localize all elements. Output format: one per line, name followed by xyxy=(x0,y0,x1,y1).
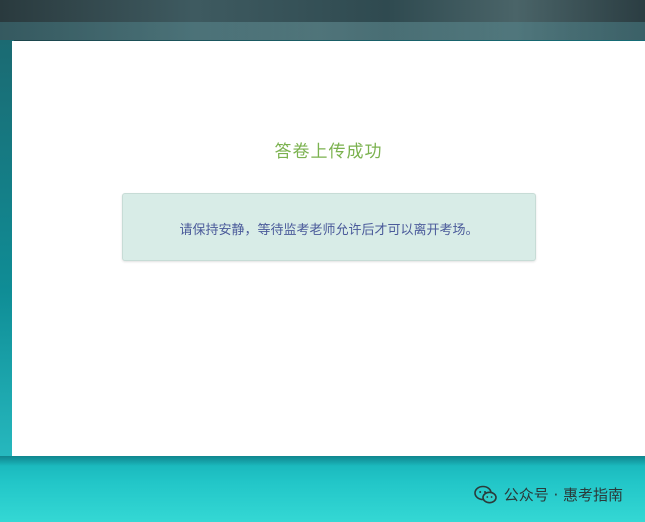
notice-text: 请保持安静，等待监考老师允许后才可以离开考场。 xyxy=(179,223,479,238)
content-panel: 答卷上传成功 请保持安静，等待监考老师允许后才可以离开考场。 xyxy=(12,41,645,456)
page-title: 答卷上传成功 xyxy=(274,142,383,162)
wechat-icon xyxy=(473,485,498,505)
watermark-text: 公众号 · 惠考指南 xyxy=(503,486,623,504)
watermark: 公众号 · 惠考指南 xyxy=(473,484,623,505)
exam-screen: 答卷上传成功 请保持安静，等待监考老师允许后才可以离开考场。 公众号 · 惠考指… xyxy=(0,0,645,522)
notice-box: 请保持安静，等待监考老师允许后才可以离开考场。 xyxy=(122,193,536,261)
top-bar xyxy=(0,0,645,40)
